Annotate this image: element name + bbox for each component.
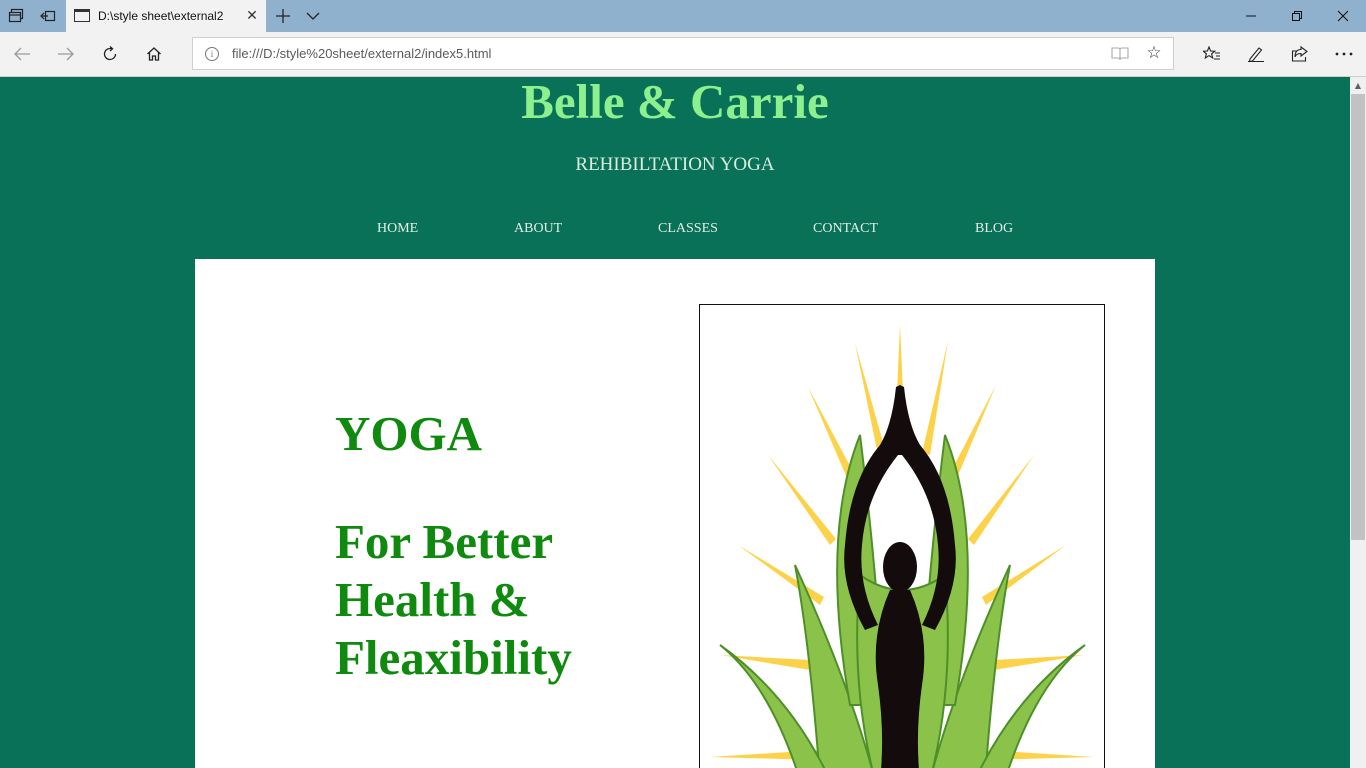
heading-yoga: YOGA (335, 406, 482, 461)
address-bar[interactable]: i file:///D:/style%20sheet/external2/ind… (192, 37, 1174, 70)
scroll-thumb[interactable] (1351, 94, 1365, 540)
page-viewport: Belle & Carrie REHIBILTATION YOGA HOME A… (0, 77, 1350, 768)
share-icon[interactable] (1278, 32, 1322, 76)
minimize-icon[interactable] (1228, 0, 1274, 32)
back-arrow-icon[interactable] (0, 32, 44, 76)
tab-manager-icon[interactable] (0, 0, 32, 32)
menu-item-classes[interactable]: CLASSES (658, 221, 718, 237)
content-panel: YOGA For Better Health & Fleaxibility (195, 259, 1155, 768)
site-info-icon[interactable]: i (205, 47, 219, 61)
forward-arrow-icon[interactable] (44, 32, 88, 76)
browser-toolbar: i file:///D:/style%20sheet/external2/ind… (0, 32, 1366, 77)
more-options-icon[interactable] (1322, 32, 1366, 76)
refresh-icon[interactable] (88, 32, 132, 76)
restore-icon[interactable] (1274, 0, 1320, 32)
favorites-list-icon[interactable] (1190, 32, 1234, 76)
close-window-icon[interactable] (1320, 0, 1366, 32)
reading-view-icon[interactable] (1111, 46, 1129, 61)
vertical-scrollbar[interactable]: ▲ (1350, 77, 1366, 768)
heading-tagline: For Better Health & Fleaxibility (335, 514, 572, 685)
site-title: Belle & Carrie (521, 77, 829, 129)
site-subtitle: REHIBILTATION YOGA (575, 154, 775, 175)
pen-icon[interactable] (1234, 32, 1278, 76)
yoga-figure-icon (710, 325, 1094, 768)
menu-item-contact[interactable]: CONTACT (813, 221, 878, 237)
close-tab-icon[interactable]: ✕ (240, 0, 264, 32)
menu-item-about[interactable]: ABOUT (514, 221, 562, 237)
new-tab-icon[interactable] (270, 0, 296, 32)
browser-title-bar: D:\style sheet\external2 ✕ (0, 0, 1366, 32)
address-url[interactable]: file:///D:/style%20sheet/external2/index… (232, 38, 491, 69)
favorite-star-icon[interactable]: ☆ (1143, 42, 1165, 64)
set-aside-tabs-icon[interactable] (32, 0, 64, 32)
menu-item-blog[interactable]: BLOG (975, 221, 1013, 237)
tab-title: D:\style sheet\external2 (98, 9, 224, 23)
chevron-down-icon[interactable] (300, 0, 326, 32)
home-icon[interactable] (132, 32, 176, 76)
yoga-image (699, 304, 1105, 768)
menu-item-home[interactable]: HOME (377, 221, 418, 237)
browser-tab[interactable]: D:\style sheet\external2 ✕ (66, 0, 266, 32)
scroll-up-icon[interactable]: ▲ (1350, 77, 1366, 93)
page-icon (74, 9, 90, 22)
